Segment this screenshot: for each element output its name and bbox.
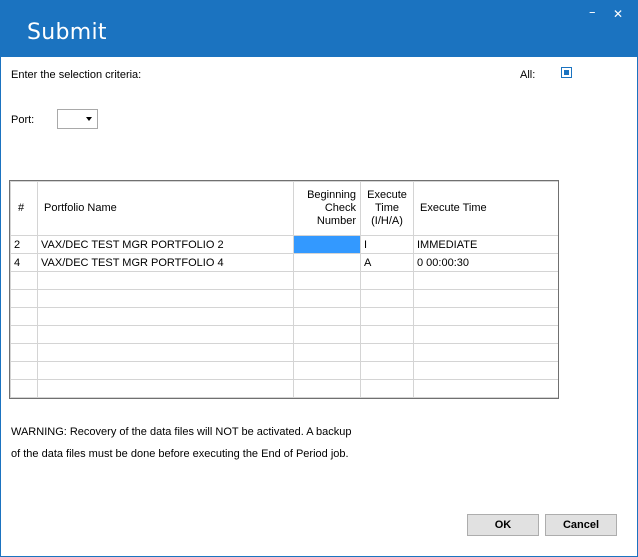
table-row[interactable]: 4 VAX/DEC TEST MGR PORTFOLIO 4 A 0 00:00… — [10, 253, 558, 272]
empty-cell — [413, 379, 558, 398]
empty-cell — [360, 307, 414, 326]
empty-cell — [37, 379, 294, 398]
empty-cell — [37, 307, 294, 326]
empty-row — [10, 361, 558, 380]
empty-row — [10, 379, 558, 398]
portfolio-grid: # Portfolio Name Beginning Check Number … — [9, 180, 559, 399]
empty-cell — [37, 343, 294, 362]
empty-cell — [360, 343, 414, 362]
column-header-beginning-check-number[interactable]: Beginning Check Number — [293, 181, 361, 236]
column-header-execute-time-code[interactable]: Execute Time (I/H/A) — [360, 181, 414, 236]
empty-row — [10, 271, 558, 290]
minimize-icon[interactable]: – — [589, 5, 596, 20]
port-dropdown[interactable] — [57, 109, 98, 129]
empty-row — [10, 343, 558, 362]
empty-cell — [37, 361, 294, 380]
empty-cell — [413, 307, 558, 326]
empty-cell — [413, 271, 558, 290]
empty-cell — [413, 325, 558, 344]
ok-button[interactable]: OK — [467, 514, 539, 536]
title-bar: Submit – ✕ — [1, 1, 637, 57]
column-header-number[interactable]: # — [10, 181, 38, 236]
empty-row — [10, 325, 558, 344]
chevron-down-icon[interactable] — [86, 117, 92, 121]
empty-cell — [10, 307, 38, 326]
execute-time-cell[interactable]: 0 00:00:30 — [413, 253, 558, 272]
empty-cell — [360, 379, 414, 398]
beginning-check-number-cell[interactable] — [293, 235, 361, 254]
portfolio-name: VAX/DEC TEST MGR PORTFOLIO 2 — [37, 235, 294, 254]
empty-cell — [10, 289, 38, 308]
all-checkbox[interactable] — [561, 67, 572, 78]
empty-cell — [37, 289, 294, 308]
all-label: All: — [520, 69, 536, 81]
empty-cell — [293, 379, 361, 398]
empty-cell — [37, 271, 294, 290]
execute-code-cell[interactable]: I — [360, 235, 414, 254]
window-title: Submit — [27, 20, 107, 45]
empty-cell — [413, 289, 558, 308]
empty-row — [10, 307, 558, 326]
execute-code-cell[interactable]: A — [360, 253, 414, 272]
empty-cell — [37, 325, 294, 344]
row-number: 2 — [10, 235, 38, 254]
empty-cell — [360, 325, 414, 344]
empty-cell — [360, 361, 414, 380]
cancel-button[interactable]: Cancel — [545, 514, 617, 536]
empty-cell — [10, 361, 38, 380]
portfolio-name: VAX/DEC TEST MGR PORTFOLIO 4 — [37, 253, 294, 272]
empty-row — [10, 289, 558, 308]
column-header-execute-time[interactable]: Execute Time — [413, 181, 558, 236]
column-header-portfolio-name[interactable]: Portfolio Name — [37, 181, 294, 236]
empty-cell — [413, 397, 558, 398]
empty-cell — [293, 271, 361, 290]
empty-cell — [360, 271, 414, 290]
empty-cell — [293, 397, 361, 398]
close-icon[interactable]: ✕ — [613, 7, 623, 21]
empty-cell — [413, 361, 558, 380]
empty-cell — [10, 325, 38, 344]
warning-line-2: of the data files must be done before ex… — [11, 448, 349, 460]
empty-cell — [293, 361, 361, 380]
empty-cell — [293, 289, 361, 308]
warning-line-1: WARNING: Recovery of the data files will… — [11, 426, 352, 438]
empty-cell — [10, 343, 38, 362]
empty-cell — [37, 397, 294, 398]
empty-cell — [10, 397, 38, 398]
empty-cell — [360, 397, 414, 398]
table-row[interactable]: 2 VAX/DEC TEST MGR PORTFOLIO 2 I IMMEDIA… — [10, 235, 558, 254]
empty-cell — [293, 307, 361, 326]
row-number: 4 — [10, 253, 38, 272]
empty-cell — [10, 271, 38, 290]
beginning-check-number-cell[interactable] — [293, 253, 361, 272]
warning-message: WARNING: Recovery of the data files will… — [11, 421, 352, 465]
grid-header-row: # Portfolio Name Beginning Check Number … — [10, 181, 558, 236]
empty-cell — [293, 343, 361, 362]
empty-cell — [10, 379, 38, 398]
empty-cell — [413, 343, 558, 362]
empty-row — [10, 397, 558, 398]
empty-cell — [293, 325, 361, 344]
selection-criteria-label: Enter the selection criteria: — [11, 69, 142, 81]
port-label: Port: — [11, 114, 35, 126]
execute-time-cell[interactable]: IMMEDIATE — [413, 235, 558, 254]
empty-cell — [360, 289, 414, 308]
submit-dialog: Submit – ✕ Enter the selection criteria:… — [0, 0, 638, 557]
